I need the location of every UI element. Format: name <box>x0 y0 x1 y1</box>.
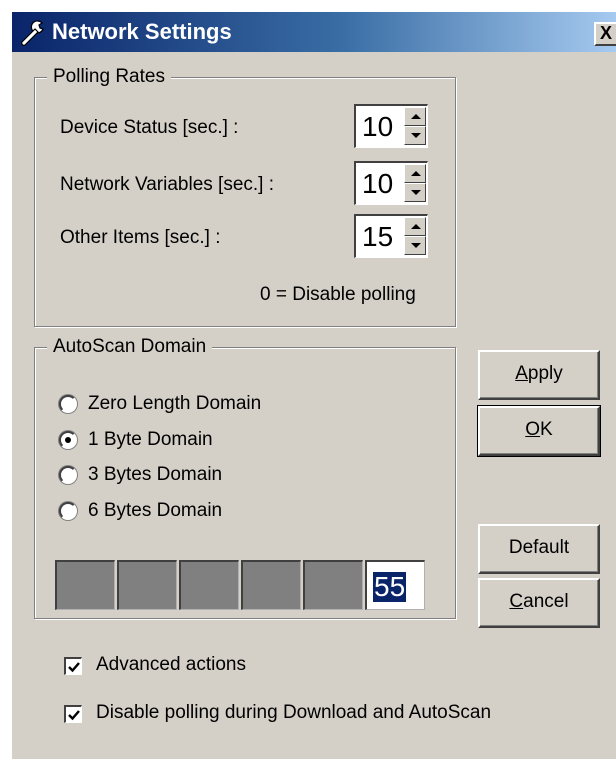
domain-byte-value[interactable]: 55 <box>373 572 407 602</box>
network-variables-label: Network Variables [sec.] : <box>60 174 275 195</box>
network-variables-down-button[interactable] <box>404 183 426 202</box>
disable-polling-label[interactable]: Disable polling during Download and Auto… <box>96 702 491 724</box>
ok-accesskey: O <box>525 419 541 440</box>
other-items-value[interactable]: 15 <box>362 222 393 252</box>
device-status-up-button[interactable] <box>404 107 426 126</box>
apply-button[interactable]: Apply <box>478 350 600 400</box>
radio-1-byte-domain-label[interactable]: 1 Byte Domain <box>88 429 213 451</box>
other-items-spinner[interactable]: 15 <box>354 214 428 258</box>
domain-byte-field <box>303 560 363 610</box>
domain-byte-field <box>55 560 115 610</box>
domain-byte-field-active[interactable]: 55 <box>365 560 425 610</box>
radio-6-bytes-domain-label[interactable]: 6 Bytes Domain <box>88 500 222 522</box>
arrow-down-icon <box>411 243 421 248</box>
device-status-down-button[interactable] <box>404 126 426 145</box>
title-bar[interactable]: Network Settings X <box>12 12 616 52</box>
polling-rates-legend: Polling Rates <box>47 66 171 88</box>
close-button[interactable]: X <box>594 22 616 46</box>
other-items-up-button[interactable] <box>404 217 426 236</box>
device-status-label: Device Status [sec.] : <box>60 117 239 138</box>
radio-zero-length-domain-label[interactable]: Zero Length Domain <box>88 393 261 415</box>
domain-byte-field <box>241 560 301 610</box>
network-variables-up-button[interactable] <box>404 164 426 183</box>
disable-polling-checkbox[interactable] <box>64 705 82 723</box>
checkmark-icon <box>68 710 80 721</box>
close-icon: X <box>599 23 612 43</box>
network-variables-spinner[interactable]: 10 <box>354 161 428 205</box>
advanced-actions-checkbox[interactable] <box>64 657 82 675</box>
window-title: Network Settings <box>52 19 232 44</box>
network-variables-value[interactable]: 10 <box>362 169 393 199</box>
disable-polling-note: 0 = Disable polling <box>260 284 416 305</box>
default-label: Default <box>508 537 570 558</box>
radio-zero-length-domain[interactable] <box>59 395 77 413</box>
network-settings-dialog: Network Settings X Polling Rates Device … <box>10 10 616 759</box>
radio-3-bytes-domain[interactable] <box>59 466 77 484</box>
arrow-up-icon <box>411 224 421 229</box>
cancel-label: ancel <box>523 591 569 612</box>
wrench-icon <box>21 20 44 46</box>
autoscan-domain-legend: AutoScan Domain <box>47 336 213 358</box>
advanced-actions-label[interactable]: Advanced actions <box>96 654 246 676</box>
radio-3-bytes-domain-label[interactable]: 3 Bytes Domain <box>88 464 222 486</box>
arrow-down-icon <box>411 190 421 195</box>
device-status-spinner[interactable]: 10 <box>354 104 428 148</box>
ok-button[interactable]: OK <box>477 405 601 457</box>
radio-1-byte-domain[interactable] <box>59 431 77 449</box>
domain-byte-field <box>179 560 239 610</box>
domain-byte-field <box>117 560 177 610</box>
apply-label: pply <box>527 363 563 384</box>
device-status-value[interactable]: 10 <box>362 112 393 142</box>
radio-selected-dot <box>65 437 71 443</box>
default-button[interactable]: Default <box>478 524 600 574</box>
arrow-down-icon <box>411 133 421 138</box>
cancel-accesskey: C <box>509 591 524 612</box>
radio-6-bytes-domain[interactable] <box>59 502 77 520</box>
other-items-down-button[interactable] <box>404 236 426 255</box>
arrow-up-icon <box>411 114 421 119</box>
cancel-button[interactable]: Cancel <box>478 578 600 628</box>
checkmark-icon <box>68 662 80 673</box>
ok-label: K <box>540 419 553 440</box>
arrow-up-icon <box>411 171 421 176</box>
other-items-label: Other Items [sec.] : <box>60 227 221 248</box>
apply-accesskey: A <box>515 363 528 384</box>
